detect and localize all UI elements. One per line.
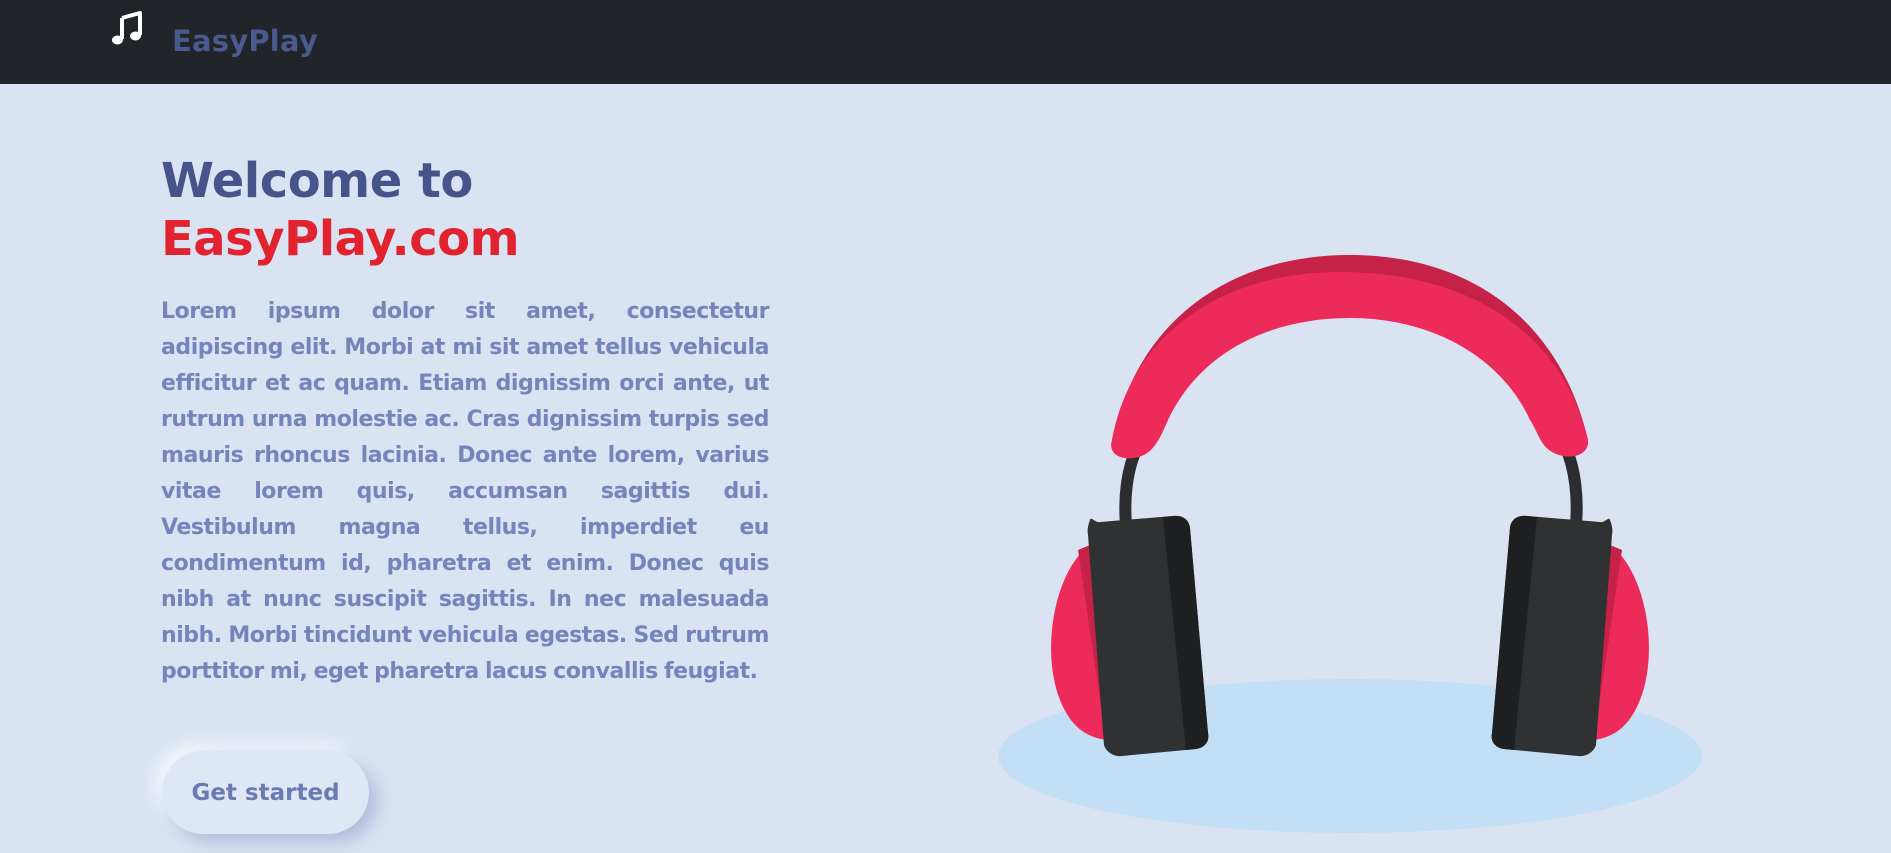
hero-title-line-2: EasyPlay.com: [161, 211, 520, 267]
headphones-icon: [998, 255, 1702, 833]
top-navbar: EasyPlay: [0, 0, 1891, 84]
music-note-icon[interactable]: [110, 8, 144, 48]
hero-description: Lorem ipsum dolor sit amet, consectetur …: [161, 299, 769, 684]
headphones-illustration: [990, 240, 1710, 840]
hero-title: Welcome to EasyPlay.com: [161, 152, 781, 268]
hero-title-line-1: Welcome to: [161, 153, 473, 209]
get-started-button[interactable]: Get started: [162, 751, 369, 834]
brand-name[interactable]: EasyPlay: [172, 24, 318, 58]
